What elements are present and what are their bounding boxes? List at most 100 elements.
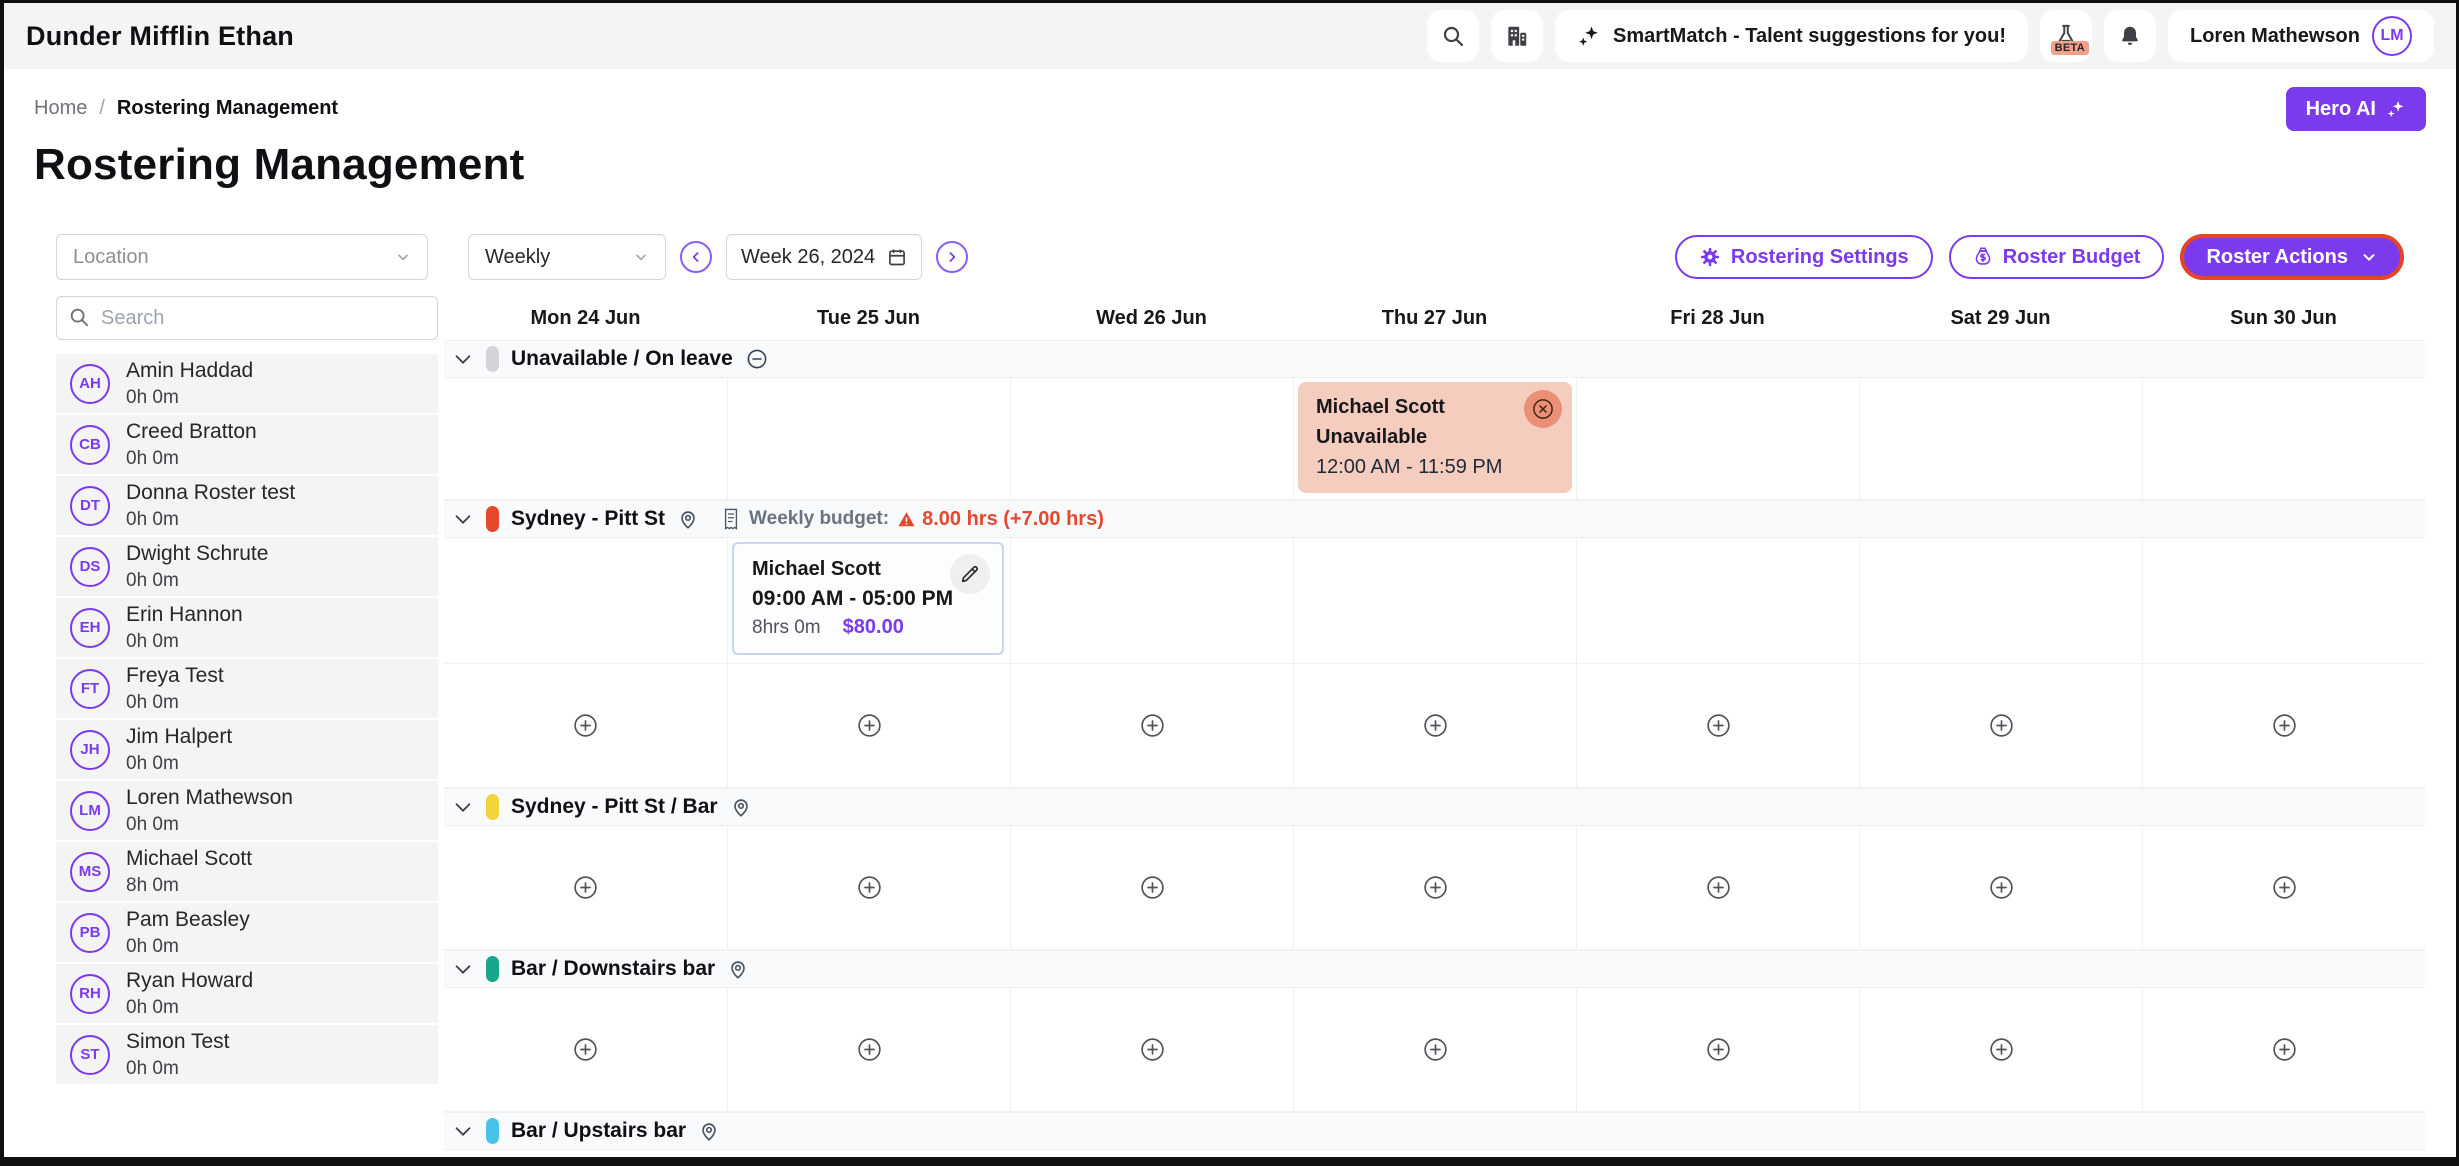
section-label: Sydney - Pitt St [511, 507, 665, 531]
person-name: Dwight Schrute [126, 541, 268, 566]
add-shift-cell[interactable] [444, 826, 727, 949]
add-shift-cell[interactable] [1576, 988, 1859, 1111]
roster-actions-button[interactable]: Roster Actions [2180, 234, 2404, 280]
period-select[interactable]: Weekly [468, 234, 666, 280]
person-row[interactable]: RHRyan Howard0h 0m [56, 964, 438, 1023]
minus-circle-icon[interactable] [745, 347, 769, 371]
person-row[interactable]: DTDonna Roster test0h 0m [56, 476, 438, 535]
roster-cell [444, 538, 727, 663]
smartmatch-button[interactable]: SmartMatch - Talent suggestions for you! [1555, 10, 2028, 62]
plus-circle-icon [1422, 712, 1449, 739]
add-shift-cell[interactable] [727, 826, 1010, 949]
add-shift-cell[interactable] [444, 664, 727, 787]
breadcrumb-current: Rostering Management [117, 97, 338, 120]
person-hours: 8h 0m [126, 875, 252, 897]
location-pin-icon[interactable] [730, 796, 752, 818]
location-pin-icon[interactable] [677, 508, 699, 530]
avatar: ST [70, 1035, 110, 1075]
remove-unavailability-button[interactable] [1524, 390, 1562, 428]
organisation-button[interactable] [1491, 10, 1543, 62]
plus-circle-icon [856, 874, 883, 901]
edit-shift-button[interactable] [950, 554, 990, 594]
add-shift-cell[interactable] [727, 988, 1010, 1111]
person-row[interactable]: JHJim Halpert0h 0m [56, 720, 438, 779]
add-shift-cell[interactable] [1859, 664, 2142, 787]
hero-ai-label: Hero AI [2306, 98, 2376, 121]
collapse-chevron-icon[interactable] [452, 796, 474, 818]
collapse-chevron-icon[interactable] [452, 1120, 474, 1142]
previous-week-button[interactable] [680, 241, 712, 273]
location-select-value: Location [73, 246, 149, 269]
roster-cell: Michael Scott Unavailable 12:00 AM - 11:… [1293, 378, 1576, 499]
week-picker[interactable]: Week 26, 2024 [726, 234, 922, 280]
week-picker-value: Week 26, 2024 [741, 246, 875, 269]
search-button[interactable] [1427, 10, 1479, 62]
add-shift-cell[interactable] [1010, 826, 1293, 949]
building-icon [1504, 23, 1530, 49]
roster-cell [727, 378, 1010, 499]
add-shift-cell[interactable] [1010, 988, 1293, 1111]
budget-receipt-icon [721, 507, 741, 531]
x-circle-icon [1530, 396, 1556, 422]
rostering-settings-button[interactable]: Rostering Settings [1675, 235, 1933, 279]
add-shift-cell[interactable] [1293, 664, 1576, 787]
collapse-chevron-icon[interactable] [452, 958, 474, 980]
person-row[interactable]: FTFreya Test0h 0m [56, 659, 438, 718]
person-name: Freya Test [126, 663, 224, 688]
breadcrumb-home-link[interactable]: Home [34, 97, 87, 120]
avatar: DS [70, 547, 110, 587]
add-shift-cell[interactable] [1576, 664, 1859, 787]
avatar: EH [70, 608, 110, 648]
plus-circle-icon [2271, 712, 2298, 739]
add-shift-cell[interactable] [727, 664, 1010, 787]
sparkles-icon [2386, 99, 2406, 119]
plus-circle-icon [1705, 874, 1732, 901]
add-shift-cell[interactable] [2142, 826, 2425, 949]
person-row[interactable]: DS Dwight Schrute 0h 0m [56, 537, 438, 596]
staff-search-input[interactable] [56, 296, 438, 340]
add-shift-cell[interactable] [1576, 826, 1859, 949]
chevron-down-icon [633, 249, 649, 265]
add-shift-cell[interactable] [444, 988, 727, 1111]
unavailable-card[interactable]: Michael Scott Unavailable 12:00 AM - 11:… [1298, 382, 1572, 493]
roster-cell [1859, 538, 2142, 663]
avatar: LM [70, 791, 110, 831]
labs-button[interactable]: BETA [2040, 10, 2092, 62]
next-week-button[interactable] [936, 241, 968, 273]
hero-ai-button[interactable]: Hero AI [2286, 87, 2426, 131]
person-hours: 0h 0m [126, 570, 268, 592]
add-shift-cell[interactable] [1010, 664, 1293, 787]
user-menu-button[interactable]: Loren Mathewson LM [2168, 10, 2434, 62]
chevron-down-icon [2360, 248, 2378, 266]
person-row[interactable]: PBPam Beasley0h 0m [56, 903, 438, 962]
location-select[interactable]: Location [56, 234, 428, 280]
chevron-right-icon [944, 249, 960, 265]
person-row[interactable]: LMLoren Mathewson0h 0m [56, 781, 438, 840]
day-header: Tue 25 Jun [727, 307, 1010, 330]
person-row[interactable]: CBCreed Bratton0h 0m [56, 415, 438, 474]
shift-card[interactable]: Michael Scott 09:00 AM - 05:00 PM 8hrs 0… [732, 542, 1004, 655]
person-row[interactable]: STSimon Test0h 0m [56, 1025, 438, 1084]
plus-circle-icon [856, 1036, 883, 1063]
add-shift-cell[interactable] [1859, 988, 2142, 1111]
roster-budget-button[interactable]: Roster Budget [1949, 235, 2165, 279]
collapse-chevron-icon[interactable] [452, 508, 474, 530]
add-shift-cell[interactable] [1293, 988, 1576, 1111]
person-row[interactable]: AHAmin Haddad0h 0m [56, 354, 438, 413]
notifications-button[interactable] [2104, 10, 2156, 62]
roster-budget-label: Roster Budget [2003, 246, 2141, 269]
add-shift-cell[interactable] [2142, 664, 2425, 787]
add-shift-cell[interactable] [1859, 826, 2142, 949]
person-row[interactable]: EHErin Hannon0h 0m [56, 598, 438, 657]
location-pin-icon[interactable] [698, 1120, 720, 1142]
add-shift-row [444, 664, 2425, 788]
add-shift-cell[interactable] [2142, 988, 2425, 1111]
person-row[interactable]: MSMichael Scott8h 0m [56, 842, 438, 901]
avatar: PB [70, 913, 110, 953]
add-shift-cell[interactable] [1293, 826, 1576, 949]
location-pin-icon[interactable] [727, 958, 749, 980]
person-hours: 0h 0m [126, 631, 243, 653]
gear-icon [1699, 246, 1721, 268]
collapse-chevron-icon[interactable] [452, 348, 474, 370]
day-header: Thu 27 Jun [1293, 307, 1576, 330]
